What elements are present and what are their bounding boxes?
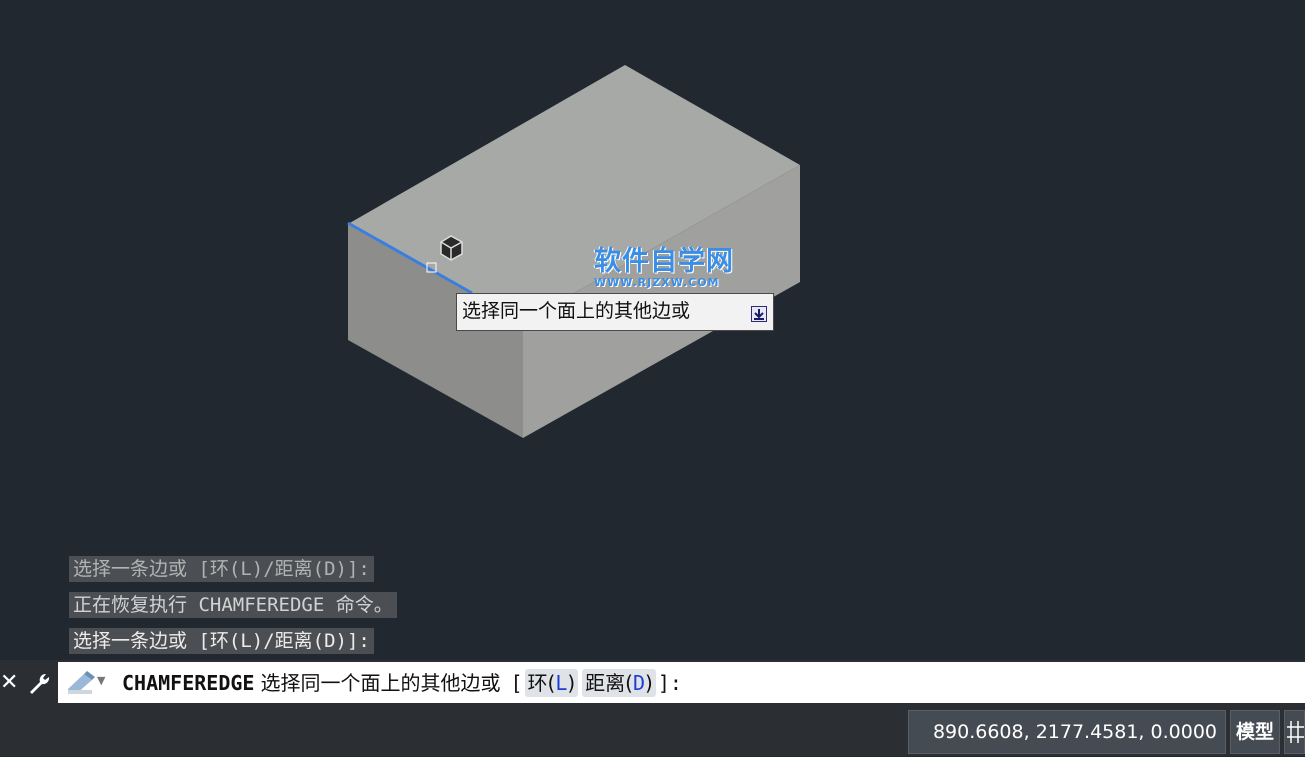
option-distance-close: ) xyxy=(645,671,653,695)
command-prompt-text: CHAMFEREDGE 选择同一个面上的其他边或[环(L) 距离(D)]: xyxy=(122,669,682,697)
wrench-icon[interactable] xyxy=(22,668,54,698)
option-loop-key: L xyxy=(555,671,568,695)
status-bar: 890.6608, 2177.4581, 0.0000 模型 xyxy=(0,706,1305,756)
option-distance[interactable]: 距离(D) xyxy=(582,669,656,697)
history-line: 选择一条边或 [环(L)/距离(D)]: xyxy=(69,628,374,654)
drawing-viewport[interactable]: 软件自学网 WWW.RJZXW.COM 选择同一个面上的其他边或 选择一条边或 … xyxy=(0,0,1305,660)
watermark-url: WWW.RJZXW.COM xyxy=(594,276,720,289)
watermark: 软件自学网 WWW.RJZXW.COM xyxy=(594,247,744,289)
history-line: 正在恢复执行 CHAMFEREDGE 命令。 xyxy=(69,592,397,618)
option-distance-label: 距离( xyxy=(585,671,633,695)
dynamic-input-tooltip: 选择同一个面上的其他边或 xyxy=(456,293,774,331)
command-name: CHAMFEREDGE xyxy=(122,671,255,695)
command-prompt: 选择同一个面上的其他边或 xyxy=(260,671,501,695)
close-icon[interactable]: ✕ xyxy=(0,668,18,698)
command-input[interactable]: ▼ CHAMFEREDGE 选择同一个面上的其他边或[环(L) 距离(D)]: xyxy=(58,662,1305,703)
chevron-down-icon[interactable]: ▼ xyxy=(97,674,105,687)
history-line: 选择一条边或 [环(L)/距离(D)]: xyxy=(69,556,374,582)
coordinate-readout[interactable]: 890.6608, 2177.4581, 0.0000 xyxy=(908,710,1226,754)
pencil-command-icon[interactable] xyxy=(66,671,98,695)
option-loop-label: 环( xyxy=(527,671,556,695)
command-line-bar: ✕ ▼ CHAMFEREDGE 选择同一个面上的其他边或[环(L) 距离(D)]: xyxy=(0,660,1305,706)
open-bracket: [ xyxy=(510,671,523,695)
option-loop-close: ) xyxy=(567,671,576,695)
download-arrow-icon[interactable] xyxy=(751,306,767,322)
model-space-button[interactable]: 模型 xyxy=(1230,710,1280,754)
option-loop[interactable]: 环(L) xyxy=(524,669,579,697)
close-bracket: ]: xyxy=(657,671,682,695)
tooltip-text: 选择同一个面上的其他边或 xyxy=(462,300,691,322)
grid-icon[interactable] xyxy=(1284,710,1305,754)
watermark-title: 软件自学网 xyxy=(594,246,734,277)
3d-cube-cursor-icon xyxy=(440,235,463,261)
option-distance-key: D xyxy=(632,671,646,695)
